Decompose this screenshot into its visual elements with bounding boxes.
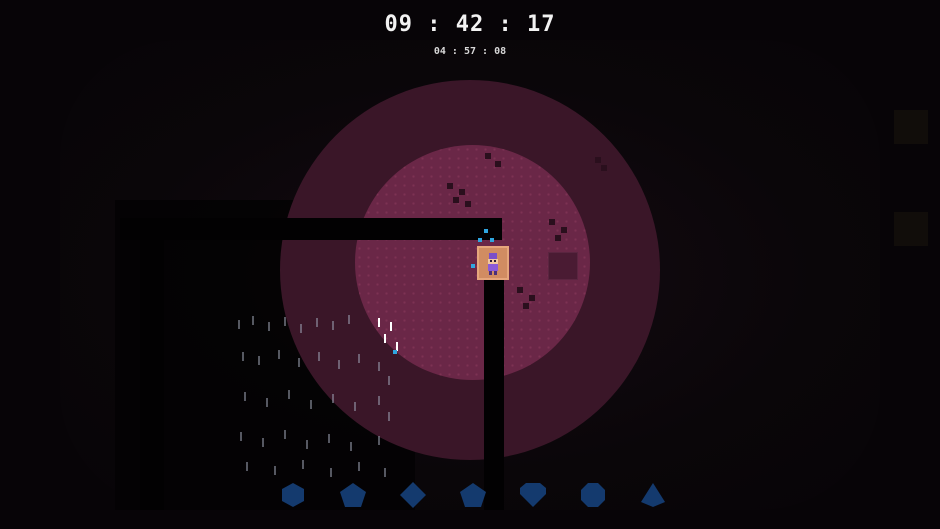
gem-slot	[338, 480, 368, 510]
pentagon-gem-icon	[460, 483, 486, 507]
sparkle-particle	[484, 229, 488, 233]
faint-marker	[894, 212, 928, 246]
main-timer: 09 : 42 : 17	[384, 12, 556, 37]
heart-gem-icon	[520, 483, 546, 507]
sparkle-particle	[490, 238, 494, 242]
rain-streaks	[238, 312, 408, 482]
sub-timer: 04 : 57 : 08	[433, 46, 507, 57]
octagon-gem-icon	[581, 483, 605, 507]
wall-vertical-right	[484, 280, 504, 510]
pentagon-gem-icon	[340, 483, 366, 507]
stone-block	[548, 252, 578, 280]
sparkle-particle	[471, 264, 475, 268]
gem-slot	[398, 480, 428, 510]
gem-slot	[578, 480, 608, 510]
diamond-gem-icon	[400, 482, 426, 508]
triangle-gem-icon	[641, 483, 665, 507]
game-scene: 09 : 42 : 17 04 : 57 : 08	[0, 0, 940, 529]
player-character-icon	[488, 253, 498, 275]
gem-slot	[638, 480, 668, 510]
gem-slot	[278, 480, 308, 510]
wall-horizontal	[120, 218, 502, 240]
sparkle-particle	[393, 350, 397, 354]
hexagon-gem-icon	[282, 483, 304, 507]
gem-slot	[458, 480, 488, 510]
gem-slot	[518, 480, 548, 510]
wall-vertical-left	[140, 218, 164, 510]
faint-marker	[894, 110, 928, 144]
gem-slots	[278, 478, 668, 512]
sparkle-particle	[478, 238, 482, 242]
